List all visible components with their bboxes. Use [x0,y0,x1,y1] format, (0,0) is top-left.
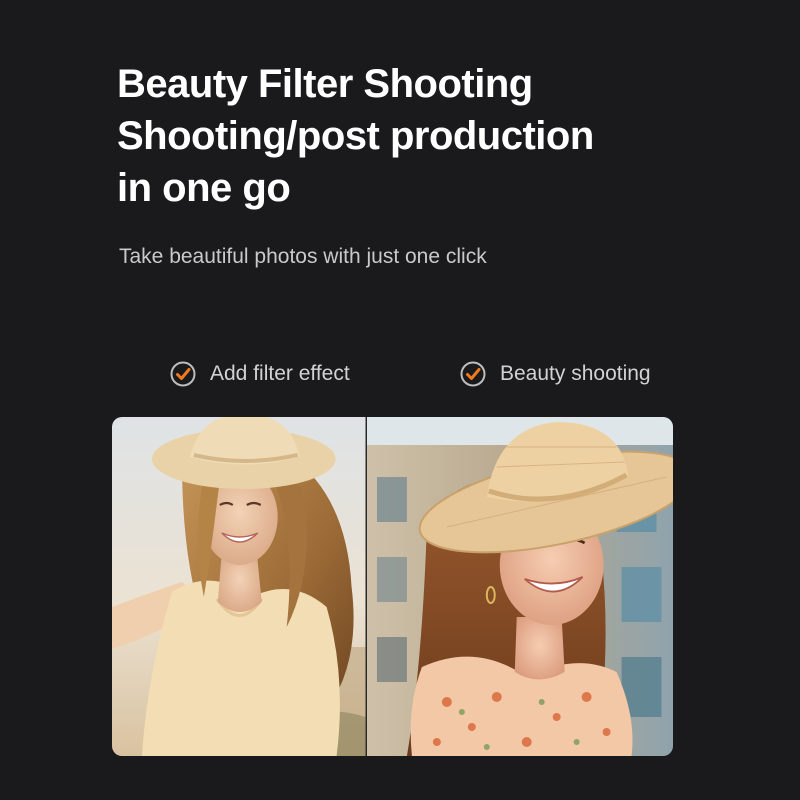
headline-line-3: in one go [117,166,291,210]
check-circle-icon [169,360,197,388]
feature-label: Beauty shooting [500,362,651,385]
headline-line-1: Beauty Filter Shooting [117,62,533,106]
feature-label: Add filter effect [210,362,350,385]
photo-beauty-filtered [365,417,673,756]
feature-beauty-shooting: Beauty shooting [459,358,651,390]
feature-add-filter: Add filter effect [169,358,350,390]
promo-page: Beauty Filter Shooting Shooting/post pro… [0,0,800,800]
photo-original [112,417,366,756]
comparison-photos [112,417,673,756]
check-circle-icon [459,360,487,388]
headline-line-2: Shooting/post production [117,114,594,158]
headline: Beauty Filter Shooting Shooting/post pro… [117,58,737,214]
subtitle: Take beautiful photos with just one clic… [119,245,487,268]
